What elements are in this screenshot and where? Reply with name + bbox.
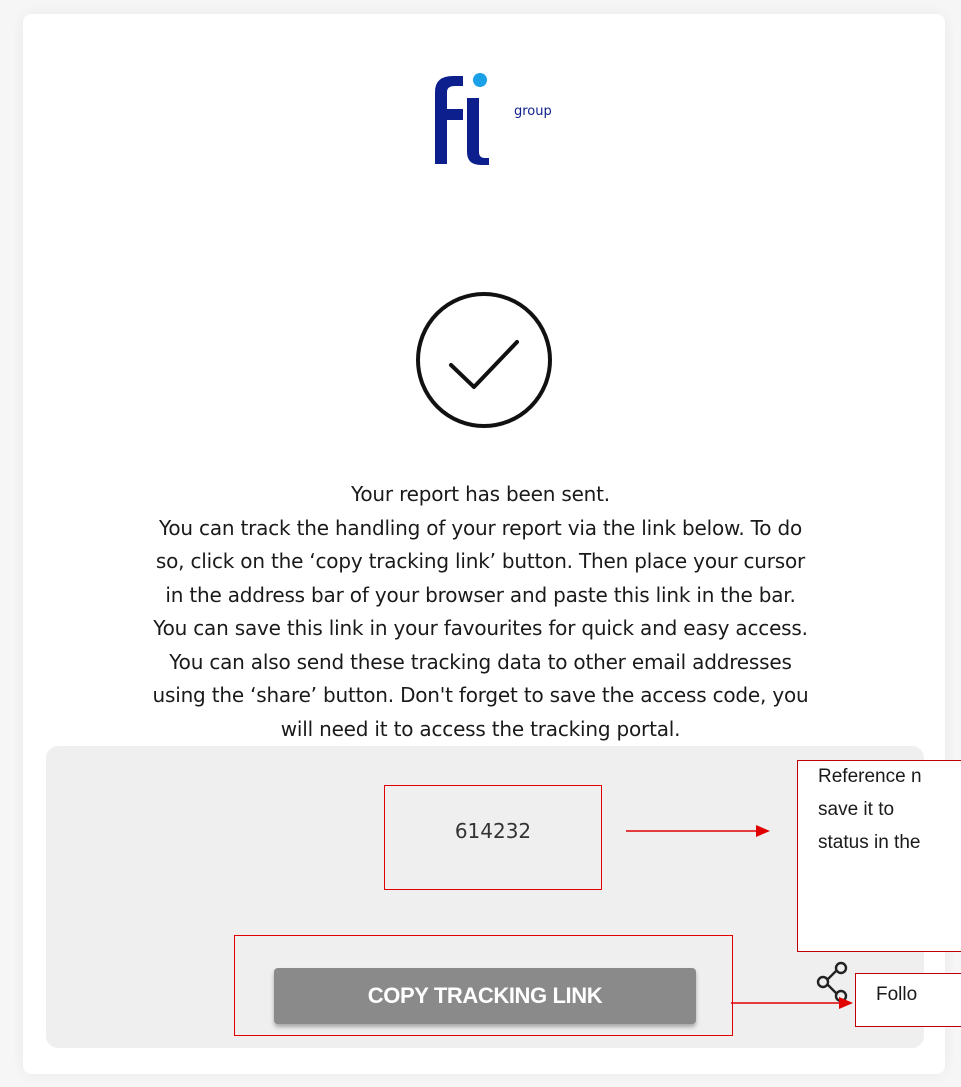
logo-letter-i xyxy=(467,98,489,165)
confirmation-message: Your report has been sent. You can track… xyxy=(0,478,961,746)
annotation-reference-line: status in the xyxy=(818,832,921,853)
message-line: using the ‘share’ button. Don't forget t… xyxy=(152,683,809,707)
logo-letter-f xyxy=(435,76,463,164)
message-line: You can also send these tracking data to… xyxy=(169,649,792,674)
annotation-reference-text: Reference n save it to status in the xyxy=(818,760,961,859)
logo-group-text: group xyxy=(514,104,552,119)
annotation-highlight-button xyxy=(234,935,733,1036)
message-line: You can save this link in your favourite… xyxy=(153,616,808,640)
annotation-reference-line: Reference n xyxy=(818,766,922,787)
annotation-follow-text: Follo xyxy=(876,984,918,1005)
annotation-highlight-code xyxy=(384,785,602,890)
check-circle-icon xyxy=(416,292,552,428)
logo-dot xyxy=(473,73,487,87)
message-line: Your report has been sent. xyxy=(351,482,610,506)
message-line: in the address bar of your browser and p… xyxy=(165,582,796,607)
share-icon[interactable] xyxy=(815,960,851,1006)
message-line: will need it to access the tracking port… xyxy=(280,716,681,741)
annotation-reference-line: save it to xyxy=(818,799,895,820)
message-line: You can track the handling of your repor… xyxy=(159,515,802,540)
message-line: so, click on the ‘copy tracking link’ bu… xyxy=(155,549,806,573)
